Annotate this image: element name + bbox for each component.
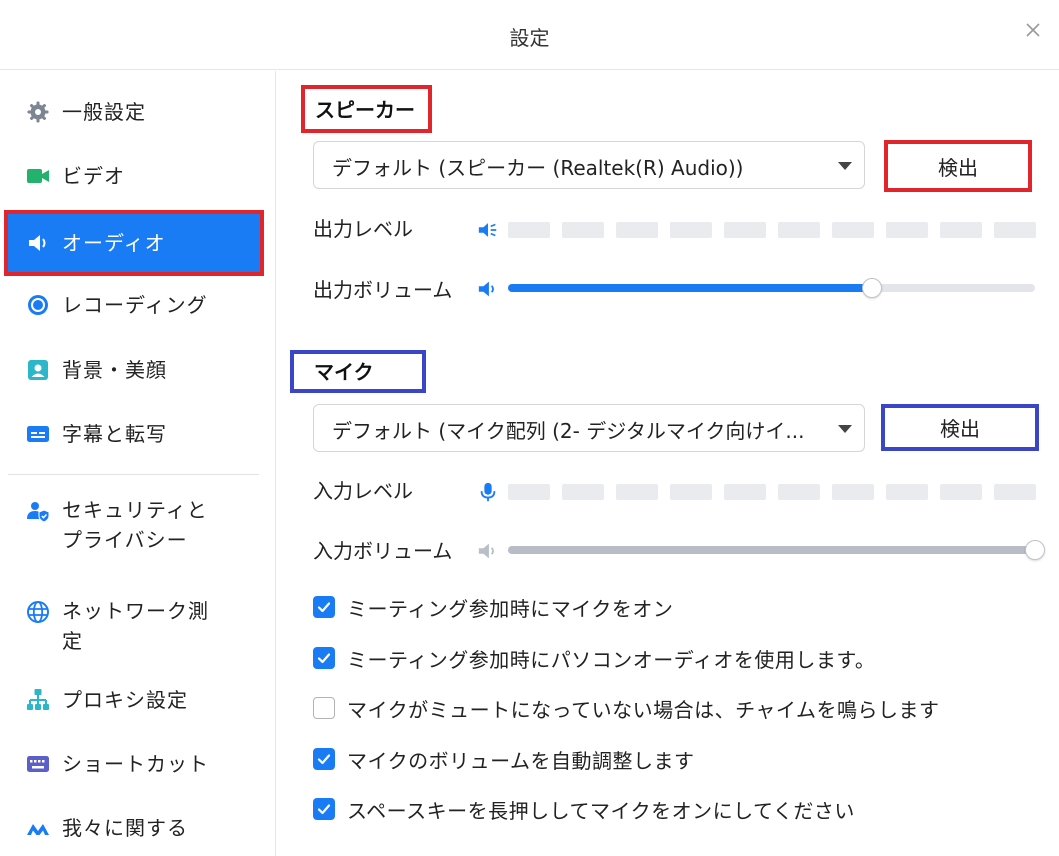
option-label: マイクのボリュームを自動調整します xyxy=(347,748,695,773)
option-label: ミーティング参加時にマイクをオン xyxy=(347,596,674,621)
brand-logo-icon xyxy=(27,824,49,835)
sidebar-item-audio[interactable]: オーディオ xyxy=(4,210,264,276)
checkbox[interactable] xyxy=(313,647,335,669)
output-volume-label: 出力ボリューム xyxy=(313,278,453,302)
sidebar-item-label: オーディオ xyxy=(62,231,166,255)
video-icon xyxy=(27,169,49,183)
sidebar-item-label: ビデオ xyxy=(62,164,125,188)
chevron-down-icon xyxy=(838,425,852,433)
record-icon xyxy=(28,295,48,315)
speaker-section-title: スピーカー xyxy=(301,85,432,133)
sidebar-item-about[interactable]: 我々に関する xyxy=(4,813,264,845)
caption-icon xyxy=(27,426,49,442)
output-volume-fill xyxy=(508,284,872,292)
mic-device-value: デフォルト (マイク配列 (2- デジタルマイク向けイ... xyxy=(332,419,805,443)
sidebar-item-label: 一般設定 xyxy=(62,100,146,124)
sidebar-item-label-line2: 定 xyxy=(62,629,83,653)
input-level-label: 入力レベル xyxy=(313,479,413,503)
speaker-level-icon xyxy=(478,223,497,237)
checkbox[interactable] xyxy=(313,748,335,770)
check-icon xyxy=(317,804,331,815)
input-volume-thumb[interactable] xyxy=(1025,540,1045,560)
check-icon xyxy=(317,754,331,765)
globe-icon xyxy=(27,601,49,623)
sidebar-item-label-line1: ネットワーク測 xyxy=(62,599,209,623)
speaker-volume-icon xyxy=(478,281,494,297)
output-level-label: 出力レベル xyxy=(313,217,413,241)
mic-device-select[interactable]: デフォルト (マイク配列 (2- デジタルマイク向けイ... xyxy=(313,404,865,452)
speaker-device-value: デフォルト (スピーカー (Realtek(R) Audio)) xyxy=(332,156,744,180)
sidebar-item-label-line2: プライバシー xyxy=(62,528,188,552)
sidebar-item-label: プロキシ設定 xyxy=(62,688,188,712)
sidebar-item-label: 我々に関する xyxy=(62,816,188,840)
checkbox[interactable] xyxy=(313,596,335,618)
option-label: マイクがミュートになっていない場合は、チャイムを鳴らします xyxy=(347,697,940,722)
sidebar-divider xyxy=(8,474,259,475)
input-volume-slider[interactable] xyxy=(508,540,1045,560)
sidebar-item-label: 字幕と転写 xyxy=(62,422,167,446)
checkbox[interactable] xyxy=(313,798,335,820)
option-auto-adjust-mic-volume[interactable]: マイクのボリュームを自動調整します xyxy=(313,744,695,774)
sidebar-item-proxy[interactable]: プロキシ設定 xyxy=(4,685,264,717)
option-join-computer-audio[interactable]: ミーティング参加時にパソコンオーディオを使用します。 xyxy=(313,643,875,673)
network-tree-icon xyxy=(27,689,49,710)
speaker-icon xyxy=(29,235,46,251)
gear-icon xyxy=(27,101,49,123)
sidebar-item-shortcuts[interactable]: ショートカット xyxy=(4,749,264,781)
sidebar-item-recording[interactable]: レコーディング xyxy=(4,290,264,322)
sidebar: 一般設定 ビデオ オーディオ レコーディング 背景・美顔 字幕と転写 セキュリテ… xyxy=(0,71,276,856)
mic-volume-speaker-icon xyxy=(478,543,494,559)
mic-test-button[interactable]: 検出 xyxy=(881,404,1039,451)
check-icon xyxy=(317,653,331,664)
sidebar-item-captions[interactable]: 字幕と転写 xyxy=(4,419,264,451)
security-user-icon xyxy=(27,502,50,523)
portrait-icon xyxy=(28,360,48,380)
checkbox[interactable] xyxy=(313,697,335,719)
option-label: スペースキーを長押ししてマイクをオンにしてください xyxy=(347,798,855,823)
input-volume-fill xyxy=(508,546,1035,554)
speaker-device-select[interactable]: デフォルト (スピーカー (Realtek(R) Audio)) xyxy=(313,141,865,189)
check-icon xyxy=(317,602,331,613)
option-chime-when-unmuted[interactable]: マイクがミュートになっていない場合は、チャイムを鳴らします xyxy=(313,693,940,723)
microphone-icon xyxy=(480,482,496,502)
speaker-test-button[interactable]: 検出 xyxy=(884,140,1032,192)
output-volume-slider[interactable] xyxy=(508,278,1035,298)
window-title: 設定 xyxy=(509,26,550,50)
output-level-meter xyxy=(508,222,1036,238)
sidebar-item-network-test[interactable]: ネットワーク測 定 xyxy=(4,596,264,658)
sidebar-item-label: 背景・美顔 xyxy=(62,358,167,382)
sidebar-item-label: レコーディング xyxy=(62,293,208,317)
sidebar-item-label: ショートカット xyxy=(62,752,209,776)
mic-section-title: マイク xyxy=(290,350,426,393)
sidebar-item-video[interactable]: ビデオ xyxy=(4,161,264,193)
option-unmute-on-join[interactable]: ミーティング参加時にマイクをオン xyxy=(313,592,673,622)
sidebar-item-background[interactable]: 背景・美顔 xyxy=(4,355,264,387)
sidebar-item-general[interactable]: 一般設定 xyxy=(4,97,264,129)
chevron-down-icon xyxy=(838,162,852,170)
close-icon[interactable] xyxy=(1021,18,1045,42)
output-volume-thumb[interactable] xyxy=(861,278,882,298)
input-level-meter xyxy=(508,484,1036,500)
title-bar: 設定 xyxy=(0,0,1059,70)
audio-settings-panel: スピーカー デフォルト (スピーカー (Realtek(R) Audio)) 検… xyxy=(277,71,1059,856)
keyboard-icon xyxy=(27,756,49,772)
sidebar-item-security[interactable]: セキュリティと プライバシー xyxy=(4,495,264,557)
sidebar-item-label-line1: セキュリティと xyxy=(62,498,208,522)
option-label: ミーティング参加時にパソコンオーディオを使用します。 xyxy=(347,647,876,672)
input-volume-label: 入力ボリューム xyxy=(313,539,453,563)
option-space-to-unmute[interactable]: スペースキーを長押ししてマイクをオンにしてください xyxy=(313,794,855,824)
